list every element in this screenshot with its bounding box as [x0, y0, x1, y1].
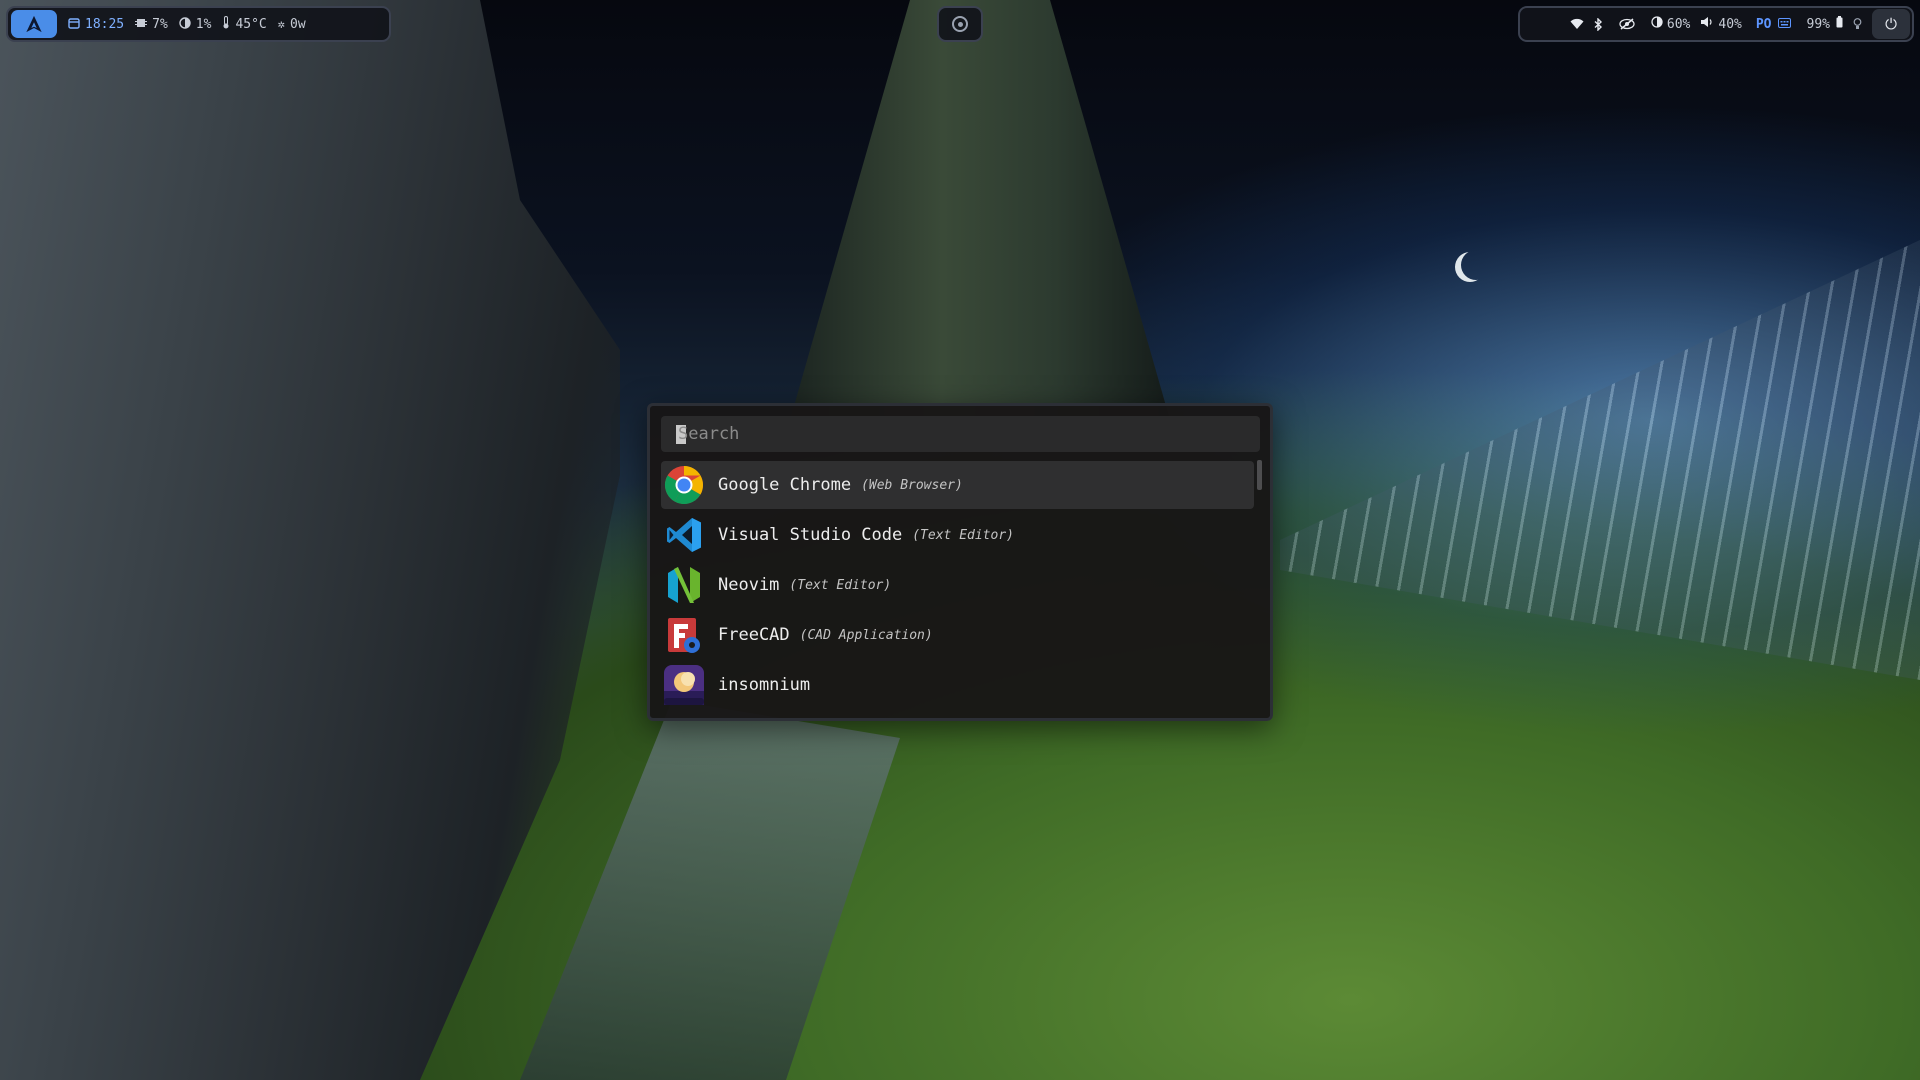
- search-input[interactable]: [676, 423, 1220, 445]
- list-item-neovim[interactable]: Neovim (Text Editor): [661, 561, 1254, 609]
- bluetooth-icon[interactable]: [1594, 17, 1603, 31]
- record-dot-icon: [952, 16, 968, 32]
- app-category: (Text Editor): [789, 577, 892, 593]
- launcher-button[interactable]: [11, 10, 57, 38]
- insomnium-icon: [664, 665, 704, 705]
- keyboard-layout-widget[interactable]: PO: [1756, 17, 1791, 32]
- wallpaper-river: [520, 700, 900, 1080]
- volume-text: 40%: [1718, 16, 1742, 32]
- wallpaper-ring-habitat: [1280, 240, 1920, 680]
- app-category: (Web Browser): [861, 477, 963, 493]
- calendar-icon: [68, 17, 80, 32]
- arch-logo-icon: [26, 15, 42, 33]
- battery-icon: [1836, 16, 1843, 32]
- temperature-text: 45°C: [235, 16, 267, 32]
- wallpaper-moon: [1455, 252, 1485, 282]
- keyboard-layout-text: PO: [1755, 16, 1772, 32]
- list-item-visual-studio-code[interactable]: Visual Studio Code (Text Editor): [661, 511, 1254, 559]
- volume-icon: [1700, 16, 1713, 32]
- app-launcher: Google Chrome (Web Browser) Visual Studi…: [647, 403, 1273, 721]
- battery-widget[interactable]: 99%: [1807, 16, 1843, 32]
- app-category: (Text Editor): [912, 527, 1014, 543]
- app-name: Visual Studio Code: [718, 525, 903, 545]
- memory-widget[interactable]: 1%: [179, 16, 212, 32]
- cpu-widget[interactable]: 7%: [135, 17, 168, 32]
- wifi-icon[interactable]: [1570, 18, 1584, 30]
- temperature-widget[interactable]: 45°C: [222, 16, 267, 32]
- eye-off-icon[interactable]: [1619, 18, 1635, 30]
- cpu-icon: [135, 17, 148, 32]
- app-category: (CAD Application): [799, 627, 933, 643]
- list-item-freecad[interactable]: FreeCAD (CAD Application): [661, 611, 1254, 659]
- brightness-widget[interactable]: 60%: [1651, 16, 1690, 32]
- list-item-google-chrome[interactable]: Google Chrome (Web Browser): [661, 461, 1254, 509]
- brightness-icon: [1651, 16, 1663, 32]
- clock-widget[interactable]: 18:25: [68, 17, 124, 32]
- cpu-text: 7%: [152, 16, 168, 32]
- results-list: Google Chrome (Web Browser) Visual Studi…: [661, 461, 1254, 711]
- wallpaper-tower: [790, 0, 1170, 420]
- search-bar[interactable]: [661, 416, 1260, 452]
- app-name: Neovim: [718, 575, 780, 595]
- power-draw-text: 0w: [290, 16, 306, 32]
- idle-inhibitor-icon[interactable]: [1853, 18, 1862, 30]
- power-icon: ⏻: [1885, 15, 1897, 33]
- vscode-icon: [664, 515, 704, 555]
- keyboard-icon: [1777, 17, 1791, 32]
- freecad-icon: [664, 615, 704, 655]
- memory-icon: [179, 16, 191, 32]
- volume-widget[interactable]: 40%: [1700, 16, 1742, 32]
- thermometer-icon: [222, 16, 230, 32]
- list-item-insomnium[interactable]: insomnium: [661, 661, 1254, 709]
- app-name: FreeCAD: [718, 625, 790, 645]
- neovim-icon: [664, 565, 704, 605]
- chrome-icon: [664, 465, 704, 505]
- power-button[interactable]: ⏻: [1872, 9, 1910, 39]
- statusbar-center[interactable]: [937, 6, 983, 42]
- app-name: Google Chrome: [718, 475, 852, 495]
- wallpaper-station-structure: [0, 0, 620, 1080]
- power-draw-widget[interactable]: ✲ 0w: [278, 17, 306, 32]
- memory-text: 1%: [195, 16, 212, 32]
- battery-text: 99%: [1806, 16, 1830, 32]
- app-name: insomnium: [718, 675, 811, 695]
- brightness-text: 60%: [1666, 16, 1691, 32]
- statusbar-left: 18:25 7% 1% 45°C ✲ 0w: [6, 6, 391, 42]
- gear-icon: ✲: [277, 17, 285, 31]
- statusbar-right: 60% 40% PO 99% ⏻: [1518, 6, 1914, 42]
- clock-text: 18:25: [85, 16, 125, 32]
- results-scrollbar[interactable]: [1257, 460, 1262, 490]
